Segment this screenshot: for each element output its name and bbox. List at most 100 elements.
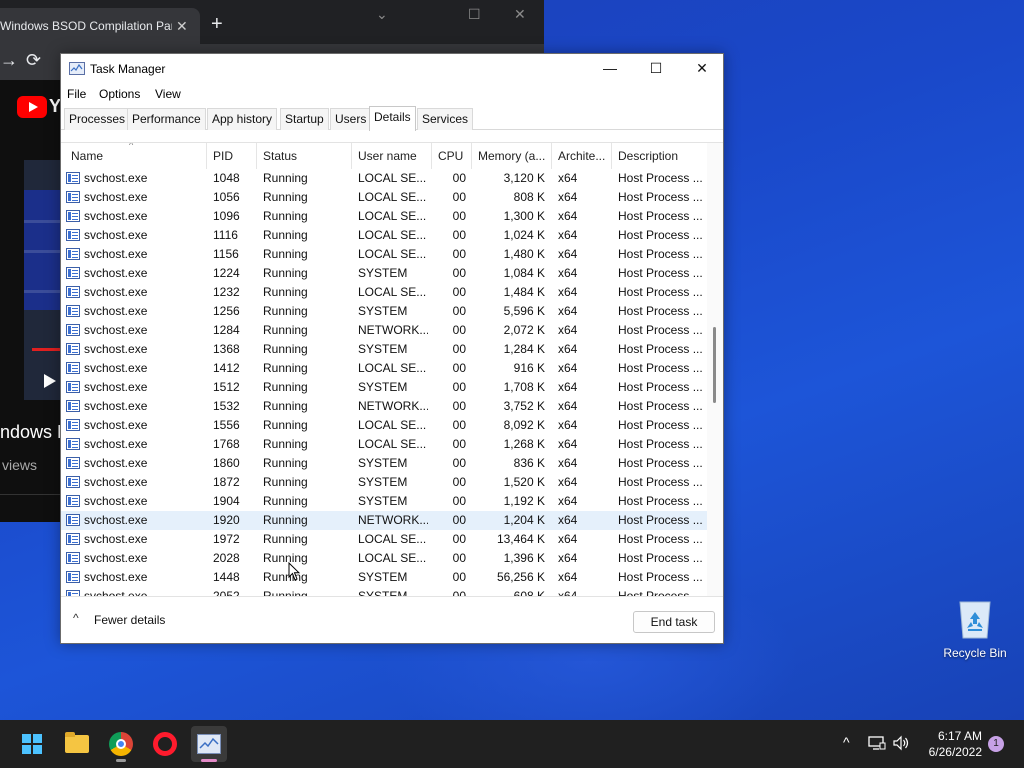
video-title[interactable]: ndows B <box>0 422 69 443</box>
chevron-up-icon[interactable]: ^ <box>843 734 850 750</box>
column-name[interactable]: Name <box>65 143 207 169</box>
table-row[interactable]: svchost.exe 1872 Running SYSTEM 00 1,520 K x64… <box>61 473 707 492</box>
process-user: LOCAL SE... <box>358 437 427 451</box>
process-cpu: 00 <box>452 285 466 299</box>
table-row[interactable]: svchost.exe 1224 Running SYSTEM 00 1,084 K x64… <box>61 264 707 283</box>
process-description: Host Process ... <box>618 171 703 185</box>
process-cpu: 00 <box>452 418 466 432</box>
table-row[interactable]: svchost.exe 1284 Running NETWORK... 00 2,072 … <box>61 321 707 340</box>
process-user: LOCAL SE... <box>358 418 427 432</box>
fewer-details-link[interactable]: Fewer details <box>94 613 165 627</box>
process-cpu: 00 <box>452 399 466 413</box>
table-row[interactable]: svchost.exe 1512 Running SYSTEM 00 1,708 K x64… <box>61 378 707 397</box>
tab-processes[interactable]: Processes <box>64 108 131 130</box>
table-row[interactable]: svchost.exe 1556 Running LOCAL SE... 00 8,092… <box>61 416 707 435</box>
tab-performance[interactable]: Performance <box>127 108 206 130</box>
title-bar[interactable]: Task Manager — ☐ ✕ <box>61 54 723 84</box>
clock[interactable]: 6:17 AM 6/26/2022 <box>920 728 982 760</box>
tab-users[interactable]: Users <box>330 108 372 130</box>
table-row[interactable]: svchost.exe 1256 Running SYSTEM 00 5,596 K x64… <box>61 302 707 321</box>
table-row[interactable]: svchost.exe 1412 Running LOCAL SE... 00 916 K… <box>61 359 707 378</box>
clock-date: 6/26/2022 <box>928 745 982 759</box>
process-cpu: 00 <box>452 190 466 204</box>
process-user: SYSTEM <box>358 456 408 470</box>
table-row[interactable]: svchost.exe 1904 Running SYSTEM 00 1,192 K x64… <box>61 492 707 511</box>
process-architecture: x64 <box>558 171 578 185</box>
table-row[interactable]: svchost.exe 1096 Running LOCAL SE... 00 1,300… <box>61 207 707 226</box>
task-manager-taskbar-button[interactable] <box>191 726 227 762</box>
close-icon[interactable]: ✕ <box>514 6 526 23</box>
table-row[interactable]: svchost.exe 1972 Running LOCAL SE... 00 13,46… <box>61 530 707 549</box>
column-user-name[interactable]: User name <box>352 143 432 169</box>
table-row[interactable]: svchost.exe 1448 Running SYSTEM 00 56,256 K x6… <box>61 568 707 587</box>
end-task-button[interactable]: End task <box>633 611 715 633</box>
tab-app-history[interactable]: App history <box>207 108 278 130</box>
file-explorer-button[interactable] <box>59 726 95 762</box>
vertical-scrollbar[interactable] <box>707 143 723 596</box>
minimize-icon[interactable]: ⌄ <box>376 6 388 23</box>
table-row[interactable]: svchost.exe 2028 Running LOCAL SE... 00 1,396… <box>61 549 707 568</box>
column-cpu[interactable]: CPU <box>432 143 472 169</box>
notification-badge[interactable]: 1 <box>988 736 1004 752</box>
minimize-button[interactable]: — <box>587 54 633 84</box>
table-row[interactable]: svchost.exe 1048 Running LOCAL SE... 00 3,120… <box>61 169 707 188</box>
table-row[interactable]: svchost.exe 1860 Running SYSTEM 00 836 K x64 Ho… <box>61 454 707 473</box>
play-icon[interactable] <box>44 374 56 388</box>
column-pid[interactable]: PID <box>207 143 257 169</box>
process-icon <box>66 267 80 279</box>
table-row[interactable]: svchost.exe 2052 Running SYSTEM 00 608 K x64 Ho… <box>61 587 707 596</box>
process-memory: 1,268 K <box>503 437 545 451</box>
maximize-icon[interactable]: ☐ <box>468 6 481 23</box>
opera-button[interactable] <box>147 726 183 762</box>
process-name: svchost.exe <box>84 209 148 223</box>
new-tab-icon[interactable]: + <box>211 12 223 36</box>
start-button[interactable] <box>14 726 50 762</box>
table-row[interactable]: svchost.exe 1532 Running NETWORK... 00 3,752 … <box>61 397 707 416</box>
network-icon[interactable] <box>868 735 886 751</box>
column-status[interactable]: Status <box>257 143 352 169</box>
browser-tab[interactable]: Windows BSOD Compilation Part ✕ <box>0 8 200 44</box>
process-name: svchost.exe <box>84 380 148 394</box>
volume-icon[interactable] <box>892 735 910 751</box>
close-icon[interactable]: ✕ <box>176 8 188 44</box>
video-frame-line <box>24 290 64 293</box>
table-row[interactable]: svchost.exe 1056 Running LOCAL SE... 00 808 K… <box>61 188 707 207</box>
menu-options[interactable]: Options <box>99 87 140 101</box>
table-row[interactable]: svchost.exe 1768 Running LOCAL SE... 00 1,268… <box>61 435 707 454</box>
youtube-logo-icon[interactable] <box>17 96 47 118</box>
column-description[interactable]: Description <box>612 143 707 169</box>
video-player[interactable] <box>24 160 64 400</box>
sort-ascending-icon: ^ <box>129 142 134 150</box>
tab-details[interactable]: Details <box>369 106 416 131</box>
chrome-icon <box>109 732 133 756</box>
column-architecture[interactable]: Archite... <box>552 143 612 169</box>
column-memory[interactable]: Memory (a... <box>472 143 552 169</box>
process-icon <box>66 533 80 545</box>
table-row[interactable]: svchost.exe 1920 Running NETWORK... 00 1,204 … <box>61 511 707 530</box>
process-architecture: x64 <box>558 266 578 280</box>
menu-view[interactable]: View <box>155 87 181 101</box>
table-row[interactable]: svchost.exe 1232 Running LOCAL SE... 00 1,484… <box>61 283 707 302</box>
maximize-button[interactable]: ☐ <box>633 54 679 84</box>
process-architecture: x64 <box>558 570 578 584</box>
scroll-thumb[interactable] <box>713 327 716 403</box>
table-row[interactable]: svchost.exe 1368 Running SYSTEM 00 1,284 K x64… <box>61 340 707 359</box>
chrome-button[interactable] <box>103 726 139 762</box>
footer: ^ Fewer details End task <box>61 596 723 644</box>
reload-icon[interactable]: ⟳ <box>26 50 41 71</box>
table-row[interactable]: svchost.exe 1116 Running LOCAL SE... 00 1,024… <box>61 226 707 245</box>
menu-file[interactable]: File <box>67 87 86 101</box>
chevron-up-icon[interactable]: ^ <box>73 611 79 625</box>
tab-startup[interactable]: Startup <box>280 108 329 130</box>
process-architecture: x64 <box>558 513 578 527</box>
process-cpu: 00 <box>452 456 466 470</box>
close-button[interactable]: ✕ <box>679 54 725 84</box>
recycle-bin[interactable]: Recycle Bin <box>940 596 1010 666</box>
forward-icon[interactable]: → <box>0 50 18 71</box>
browser-tab-title: Windows BSOD Compilation Part <box>0 19 172 33</box>
process-cpu: 00 <box>452 304 466 318</box>
tab-services[interactable]: Services <box>417 108 474 130</box>
table-row[interactable]: svchost.exe 1156 Running LOCAL SE... 00 1,480… <box>61 245 707 264</box>
clock-time: 6:17 AM <box>937 729 982 743</box>
process-user: LOCAL SE... <box>358 285 427 299</box>
